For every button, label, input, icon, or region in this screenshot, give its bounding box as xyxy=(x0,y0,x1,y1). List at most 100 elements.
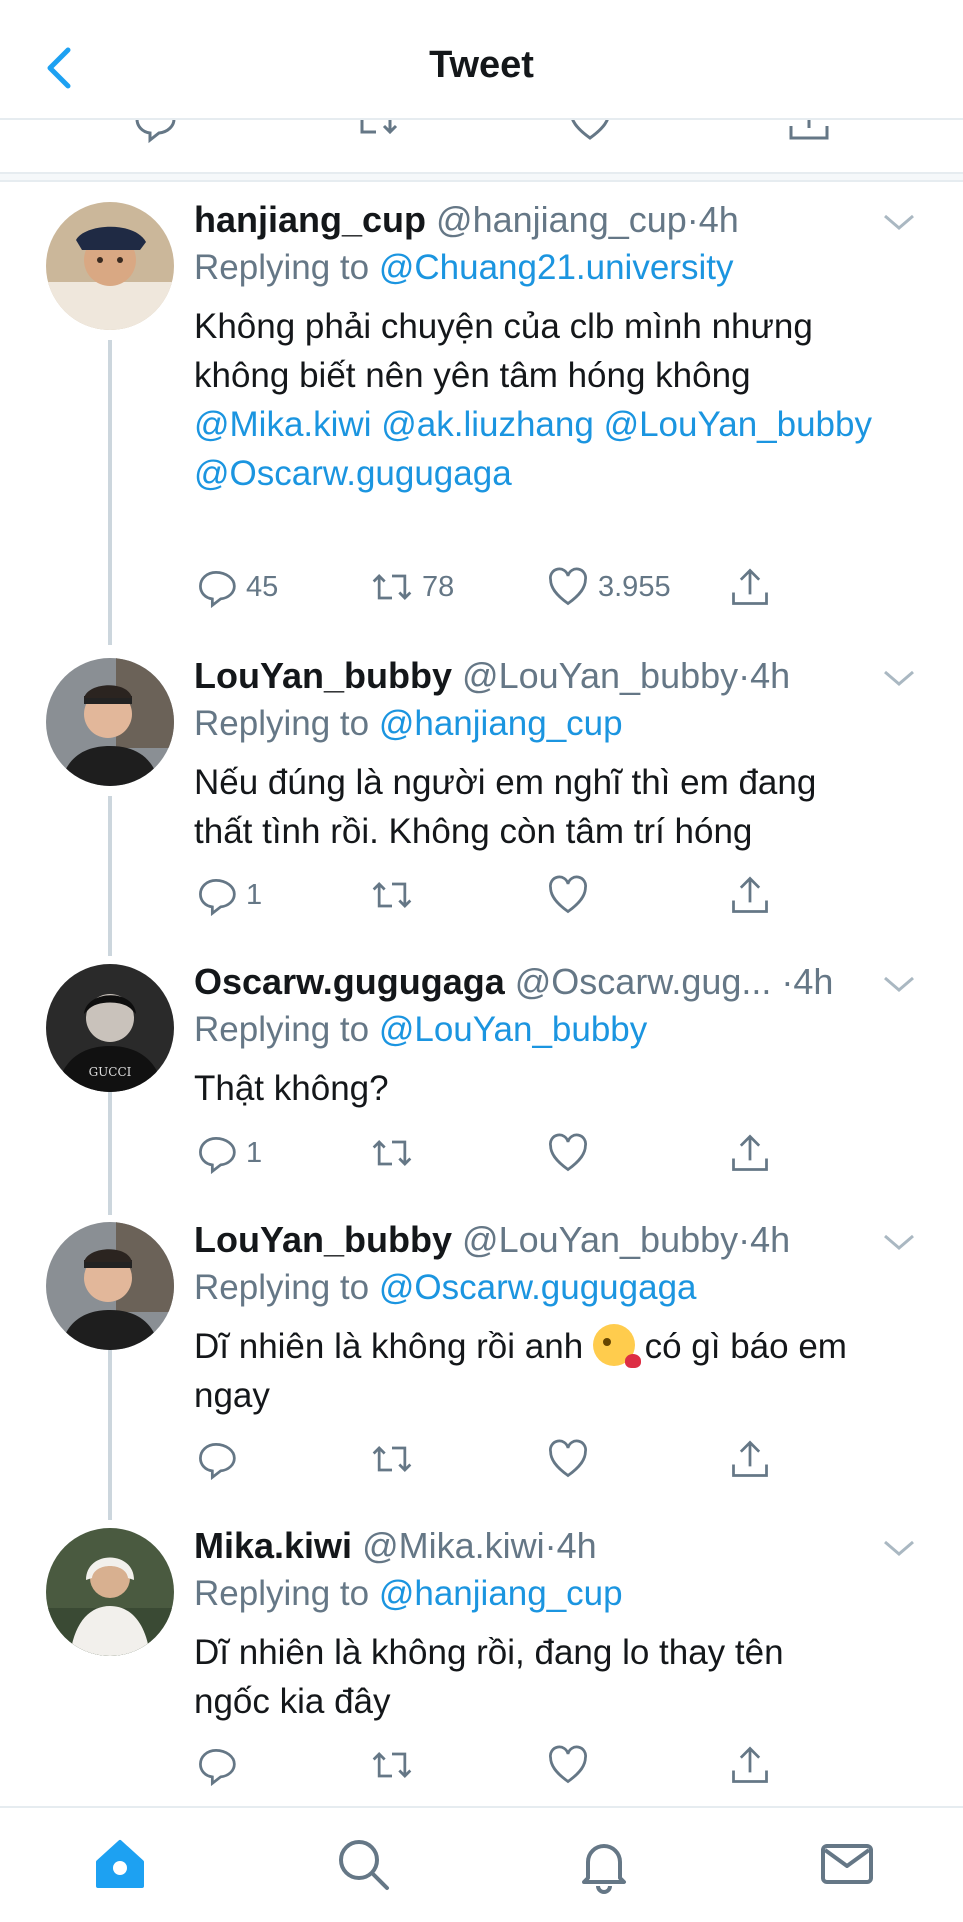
thread-line xyxy=(108,340,112,645)
like-count: 3.955 xyxy=(598,570,671,603)
page-title: Tweet xyxy=(429,44,534,86)
tweet-text: Dĩ nhiên là không rồi anh có gì báo em n… xyxy=(194,1322,923,1420)
retweet-button[interactable]: 78 xyxy=(370,562,454,612)
tweet-meta: Mika.kiwi @Mika.kiwi·4h xyxy=(194,1524,883,1568)
retweet-icon xyxy=(372,574,412,600)
separator: · xyxy=(738,655,751,696)
tweet-text: Không phải chuyện của clb mình nhưng khô… xyxy=(194,302,923,498)
username[interactable]: @LouYan_bubby xyxy=(462,655,738,696)
text-segment: Không phải chuyện của clb mình nhưng xyxy=(194,307,813,346)
notifications-icon[interactable] xyxy=(574,1834,634,1894)
mention-link[interactable]: @Oscarw.gugugaga xyxy=(379,1268,697,1307)
chevron-down-icon[interactable] xyxy=(881,210,917,234)
avatar[interactable] xyxy=(46,1528,174,1656)
text-segment xyxy=(594,405,604,444)
display-name[interactable]: LouYan_bubby xyxy=(194,1219,452,1260)
tweet-actions: 1 xyxy=(194,870,794,920)
reply-icon[interactable] xyxy=(130,118,178,144)
text-segment xyxy=(371,405,381,444)
retweet-button[interactable] xyxy=(370,870,414,920)
like-icon[interactable] xyxy=(566,118,614,144)
retweet-icon xyxy=(372,882,412,908)
reply-button[interactable] xyxy=(194,1434,238,1484)
replying-to-label: Replying to xyxy=(194,704,370,743)
mention-link[interactable]: @Oscarw.gugugaga xyxy=(194,454,512,493)
mention-link[interactable]: @ak.liuzhang xyxy=(381,405,594,444)
reply-button[interactable]: 1 xyxy=(194,870,262,920)
reply-icon xyxy=(199,1136,236,1175)
mention-link[interactable]: @hanjiang_cup xyxy=(379,1574,623,1613)
mention-link[interactable]: @Chuang21.university xyxy=(379,248,734,287)
avatar[interactable]: GUCCI xyxy=(46,964,174,1092)
reply-count: 1 xyxy=(246,878,263,911)
chevron-down-icon[interactable] xyxy=(881,972,917,996)
text-segment: Dĩ nhiên là không rồi anh xyxy=(194,1327,593,1366)
svg-text:GUCCI: GUCCI xyxy=(89,1065,132,1079)
kissing-face-emoji-icon xyxy=(592,1324,641,1368)
like-button[interactable]: 3.955 xyxy=(546,562,671,612)
mention-link[interactable]: @hanjiang_cup xyxy=(379,704,623,743)
replying-to: Replying to @hanjiang_cup xyxy=(194,702,623,746)
username[interactable]: @hanjiang_cup xyxy=(436,199,687,240)
mention-link[interactable]: @LouYan_bubby xyxy=(379,1010,647,1049)
share-icon xyxy=(732,1440,768,1477)
share-button[interactable] xyxy=(728,1740,772,1790)
share-button[interactable] xyxy=(728,1434,772,1484)
separator: · xyxy=(544,1525,557,1566)
replying-to-label: Replying to xyxy=(194,248,370,287)
thread-line xyxy=(108,1350,112,1520)
text-segment: thất tình rồi. Không còn tâm trí hóng xyxy=(194,812,753,851)
tweet-actions: 45 78 3.955 xyxy=(194,562,794,612)
display-name[interactable]: hanjiang_cup xyxy=(194,199,426,240)
share-button[interactable] xyxy=(728,1128,772,1178)
retweet-button[interactable] xyxy=(370,1128,414,1178)
text-segment: ngốc kia đây xyxy=(194,1682,391,1721)
reply-button[interactable] xyxy=(194,1740,238,1790)
like-button[interactable] xyxy=(546,1434,590,1484)
display-name[interactable]: Mika.kiwi xyxy=(194,1525,352,1566)
share-icon[interactable] xyxy=(785,118,833,144)
thread-line xyxy=(108,1090,112,1215)
reply-button[interactable]: 45 xyxy=(194,562,278,612)
share-button[interactable] xyxy=(728,870,772,920)
chevron-down-icon[interactable] xyxy=(881,1536,917,1560)
section-divider xyxy=(0,172,963,182)
display-name[interactable]: Oscarw.gugugaga xyxy=(194,961,505,1002)
like-button[interactable] xyxy=(546,1128,590,1178)
search-icon[interactable] xyxy=(333,1834,393,1894)
chevron-down-icon[interactable] xyxy=(881,1230,917,1254)
tweet-actions: 1 xyxy=(194,1128,794,1178)
mention-link[interactable]: @Mika.kiwi xyxy=(194,405,371,444)
timestamp: 4h xyxy=(750,655,791,696)
username[interactable]: @LouYan_bubby xyxy=(462,1219,738,1260)
avatar[interactable] xyxy=(46,1222,174,1350)
reply-icon xyxy=(199,570,236,609)
timestamp: 4h xyxy=(556,1525,597,1566)
like-icon xyxy=(549,567,587,606)
replying-to-label: Replying to xyxy=(194,1010,370,1049)
reply-button[interactable]: 1 xyxy=(194,1128,262,1178)
share-icon xyxy=(732,1746,768,1783)
retweet-button[interactable] xyxy=(370,1434,414,1484)
retweet-icon[interactable] xyxy=(352,118,400,144)
messages-icon[interactable] xyxy=(817,1834,877,1894)
chevron-down-icon[interactable] xyxy=(881,666,917,690)
like-icon xyxy=(549,1133,587,1172)
replying-to: Replying to @LouYan_bubby xyxy=(194,1008,647,1052)
avatar[interactable] xyxy=(46,202,174,330)
display-name[interactable]: LouYan_bubby xyxy=(194,655,452,696)
like-button[interactable] xyxy=(546,1740,590,1790)
retweet-button[interactable] xyxy=(370,1740,414,1790)
username[interactable]: @Oscarw.gug... xyxy=(515,961,772,1002)
share-icon xyxy=(732,568,768,605)
like-button[interactable] xyxy=(546,870,590,920)
timestamp: 4h xyxy=(698,199,739,240)
replying-to: Replying to @Chuang21.university xyxy=(194,246,733,290)
retweet-count: 78 xyxy=(422,570,455,603)
home-icon[interactable] xyxy=(90,1834,150,1894)
tweet-actions xyxy=(194,1740,794,1790)
mention-link[interactable]: @LouYan_bubby xyxy=(604,405,872,444)
share-button[interactable] xyxy=(728,562,772,612)
username[interactable]: @Mika.kiwi xyxy=(362,1525,545,1566)
avatar[interactable] xyxy=(46,658,174,786)
